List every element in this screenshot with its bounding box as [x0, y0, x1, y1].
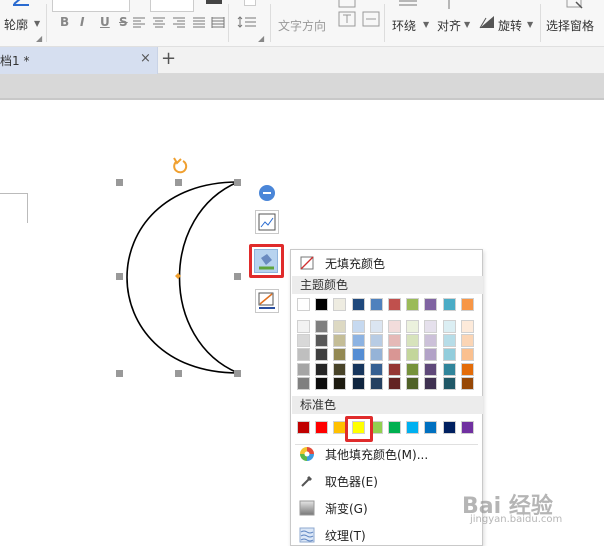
- theme-shade-swatch[interactable]: [424, 362, 438, 376]
- more-fill-colors-label: 其他填充颜色(M)...: [325, 447, 429, 462]
- standard-color-swatch[interactable]: [406, 421, 420, 434]
- rotate-handle-icon[interactable]: [173, 157, 188, 174]
- yellow-swatch-highlight: [345, 416, 373, 442]
- theme-shade-swatch[interactable]: [297, 334, 310, 348]
- theme-shade-swatch[interactable]: [442, 334, 456, 348]
- theme-shade-swatch[interactable]: [424, 320, 438, 333]
- picture-style-icon: [258, 213, 276, 231]
- theme-shade-swatch[interactable]: [388, 348, 401, 362]
- theme-shade-swatch[interactable]: [351, 348, 365, 362]
- theme-color-swatch[interactable]: [388, 298, 401, 311]
- theme-shade-swatch[interactable]: [460, 320, 474, 333]
- texture-icon: [297, 527, 317, 543]
- more-fill-colors-item[interactable]: 其他填充颜色(M)...: [291, 443, 482, 465]
- standard-color-swatch[interactable]: [388, 421, 401, 434]
- theme-shade-swatch[interactable]: [460, 362, 474, 376]
- theme-shade-swatch[interactable]: [351, 362, 365, 376]
- gradient-icon: [297, 500, 317, 516]
- eyedropper-item[interactable]: 取色器(E): [291, 470, 482, 492]
- fill-button-highlight: [249, 244, 284, 278]
- theme-color-swatch[interactable]: [333, 298, 347, 311]
- theme-shade-swatch[interactable]: [388, 362, 401, 376]
- moon-shape[interactable]: [126, 181, 239, 374]
- theme-shade-swatch[interactable]: [297, 320, 310, 333]
- no-fill-item[interactable]: 无填充颜色: [291, 252, 482, 274]
- theme-color-swatch[interactable]: [315, 298, 329, 311]
- theme-shade-swatch[interactable]: [460, 348, 474, 362]
- theme-color-swatch[interactable]: [369, 298, 383, 311]
- standard-color-swatch[interactable]: [297, 421, 310, 434]
- theme-shade-swatch[interactable]: [333, 376, 347, 390]
- gradient-item[interactable]: 渐变(G): [291, 497, 482, 519]
- theme-shade-swatch[interactable]: [442, 362, 456, 376]
- color-wheel-icon: [297, 446, 317, 462]
- theme-shade-swatch[interactable]: [369, 376, 383, 390]
- theme-color-swatch[interactable]: [351, 298, 365, 311]
- fill-color-dropdown: 无填充颜色 主题颜色 标准色 其他填充颜色(M)... 取色器(E) 渐变(G)…: [290, 249, 483, 546]
- theme-shade-swatch[interactable]: [406, 376, 420, 390]
- theme-shade-swatch[interactable]: [315, 362, 329, 376]
- theme-shade-swatch[interactable]: [369, 320, 383, 333]
- theme-shade-swatch[interactable]: [388, 376, 401, 390]
- theme-color-swatch[interactable]: [297, 298, 310, 311]
- theme-shade-swatch[interactable]: [315, 334, 329, 348]
- collapse-minus-icon[interactable]: [259, 185, 275, 201]
- shape-style-button[interactable]: [255, 210, 279, 234]
- texture-label: 纹理(T): [325, 528, 366, 543]
- theme-shade-swatch[interactable]: [442, 320, 456, 333]
- standard-color-swatch[interactable]: [442, 421, 456, 434]
- standard-color-swatch[interactable]: [460, 421, 474, 434]
- theme-shade-swatch[interactable]: [406, 362, 420, 376]
- theme-shade-swatch[interactable]: [315, 348, 329, 362]
- gradient-label: 渐变(G): [325, 501, 368, 516]
- baidu-watermark-url: jingyan.baidu.com: [470, 514, 563, 525]
- theme-shade-swatch[interactable]: [315, 320, 329, 333]
- theme-shade-swatch[interactable]: [351, 376, 365, 390]
- standard-color-swatch[interactable]: [315, 421, 329, 434]
- theme-shade-swatch[interactable]: [460, 334, 474, 348]
- theme-shade-swatch[interactable]: [297, 362, 310, 376]
- theme-shade-swatch[interactable]: [369, 348, 383, 362]
- eyedropper-icon: [297, 473, 317, 489]
- eyedropper-label: 取色器(E): [325, 474, 378, 489]
- theme-shade-swatch[interactable]: [424, 334, 438, 348]
- theme-color-swatch[interactable]: [424, 298, 438, 311]
- theme-shade-swatch[interactable]: [369, 362, 383, 376]
- theme-shade-swatch[interactable]: [333, 334, 347, 348]
- theme-shade-swatch[interactable]: [460, 376, 474, 390]
- standard-colors-heading: 标准色: [292, 396, 483, 414]
- theme-colors-heading: 主题颜色: [292, 276, 483, 294]
- theme-shade-swatch[interactable]: [333, 362, 347, 376]
- theme-shade-swatch[interactable]: [406, 334, 420, 348]
- theme-color-swatch[interactable]: [460, 298, 474, 311]
- theme-shade-swatch[interactable]: [351, 334, 365, 348]
- theme-shade-swatch[interactable]: [424, 348, 438, 362]
- theme-shade-swatch[interactable]: [388, 320, 401, 333]
- theme-shade-swatch[interactable]: [442, 376, 456, 390]
- theme-shade-swatch[interactable]: [369, 334, 383, 348]
- theme-shade-swatch[interactable]: [388, 334, 401, 348]
- theme-shade-swatch[interactable]: [333, 320, 347, 333]
- theme-shade-swatch[interactable]: [315, 376, 329, 390]
- theme-shade-swatch[interactable]: [351, 320, 365, 333]
- theme-shade-swatch[interactable]: [424, 376, 438, 390]
- theme-color-swatch[interactable]: [442, 298, 456, 311]
- theme-shade-swatch[interactable]: [297, 348, 310, 362]
- theme-shade-swatch[interactable]: [333, 348, 347, 362]
- texture-item[interactable]: 纹理(T): [291, 524, 482, 546]
- theme-shade-swatch[interactable]: [297, 376, 310, 390]
- standard-color-swatch[interactable]: [424, 421, 438, 434]
- outline-color-button[interactable]: [255, 289, 279, 313]
- no-fill-icon: [297, 255, 317, 271]
- theme-color-swatch[interactable]: [406, 298, 420, 311]
- theme-shade-swatch[interactable]: [406, 320, 420, 333]
- theme-shade-swatch[interactable]: [442, 348, 456, 362]
- outline-pen-icon: [258, 292, 275, 309]
- theme-shade-swatch[interactable]: [406, 348, 420, 362]
- no-fill-label: 无填充颜色: [325, 256, 386, 271]
